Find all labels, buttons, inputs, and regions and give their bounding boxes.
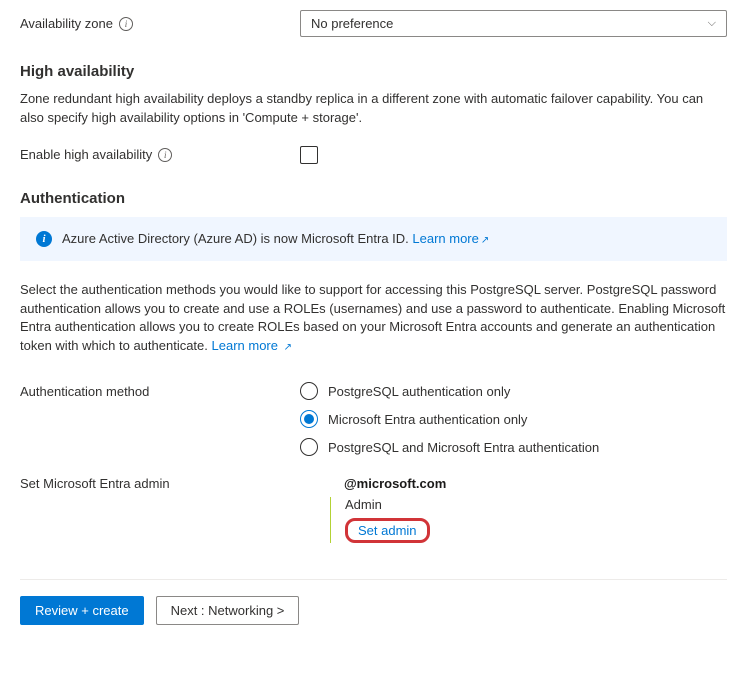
availability-zone-field: No preference ⌵ <box>300 10 727 37</box>
availability-zone-label: Availability zone <box>20 16 113 31</box>
set-admin-field: @microsoft.com Admin Set admin <box>300 476 727 543</box>
enable-ha-label-col: Enable high availability i <box>20 147 300 162</box>
footer-actions: Review + create Next : Networking > <box>20 596 727 625</box>
review-create-button[interactable]: Review + create <box>20 596 144 625</box>
availability-zone-row: Availability zone i No preference ⌵ <box>20 10 727 37</box>
banner-learn-more-link[interactable]: Learn more↗ <box>412 231 489 246</box>
auth-description-text: Select the authentication methods you wo… <box>20 282 725 354</box>
radio-entra-only[interactable]: Microsoft Entra authentication only <box>300 410 727 428</box>
info-icon[interactable]: i <box>158 148 172 162</box>
admin-block: Admin Set admin <box>330 497 727 543</box>
authentication-description: Select the authentication methods you wo… <box>20 281 727 356</box>
enable-ha-checkbox[interactable] <box>300 146 318 164</box>
auth-method-label: Authentication method <box>20 384 149 399</box>
availability-zone-value: No preference <box>311 16 393 31</box>
info-icon[interactable]: i <box>119 17 133 31</box>
banner-text: Azure Active Directory (Azure AD) is now… <box>62 231 489 246</box>
auth-method-radio-group: PostgreSQL authentication only Microsoft… <box>300 382 727 456</box>
auth-method-label-col: Authentication method <box>20 382 300 399</box>
chevron-down-icon: ⌵ <box>708 17 716 30</box>
authentication-heading: Authentication <box>20 190 727 207</box>
set-admin-link[interactable]: Set admin <box>358 523 417 538</box>
set-admin-label: Set Microsoft Entra admin <box>20 476 170 491</box>
availability-zone-select[interactable]: No preference ⌵ <box>300 10 727 37</box>
radio-icon <box>300 438 318 456</box>
high-availability-heading: High availability <box>20 63 727 80</box>
radio-both[interactable]: PostgreSQL and Microsoft Entra authentic… <box>300 438 727 456</box>
enable-ha-field <box>300 146 727 164</box>
radio-icon <box>300 382 318 400</box>
banner-link-text: Learn more <box>412 231 478 246</box>
high-availability-description: Zone redundant high availability deploys… <box>20 90 727 128</box>
auth-method-row: Authentication method PostgreSQL authent… <box>20 382 727 456</box>
auth-link-text: Learn more <box>212 338 278 353</box>
auth-method-field: PostgreSQL authentication only Microsoft… <box>300 382 727 456</box>
availability-zone-label-col: Availability zone i <box>20 16 300 31</box>
radio-icon <box>300 410 318 428</box>
admin-role-label: Admin <box>345 497 727 512</box>
info-icon: i <box>36 231 52 247</box>
set-admin-highlight: Set admin <box>345 518 430 543</box>
next-networking-button[interactable]: Next : Networking > <box>156 596 300 625</box>
external-link-icon: ↗ <box>284 342 292 353</box>
external-link-icon: ↗ <box>481 235 489 246</box>
radio-pg-only[interactable]: PostgreSQL authentication only <box>300 382 727 400</box>
enable-ha-row: Enable high availability i <box>20 146 727 164</box>
enable-ha-label: Enable high availability <box>20 147 152 162</box>
set-admin-label-col: Set Microsoft Entra admin <box>20 476 300 491</box>
banner-message: Azure Active Directory (Azure AD) is now… <box>62 231 412 246</box>
radio-pg-only-label: PostgreSQL authentication only <box>328 384 510 399</box>
entra-rename-banner: i Azure Active Directory (Azure AD) is n… <box>20 217 727 261</box>
radio-both-label: PostgreSQL and Microsoft Entra authentic… <box>328 440 599 455</box>
set-admin-row: Set Microsoft Entra admin @microsoft.com… <box>20 476 727 543</box>
radio-entra-only-label: Microsoft Entra authentication only <box>328 412 527 427</box>
admin-domain: @microsoft.com <box>344 476 727 491</box>
footer-divider <box>20 579 727 580</box>
auth-learn-more-link[interactable]: Learn more ↗ <box>212 338 293 353</box>
